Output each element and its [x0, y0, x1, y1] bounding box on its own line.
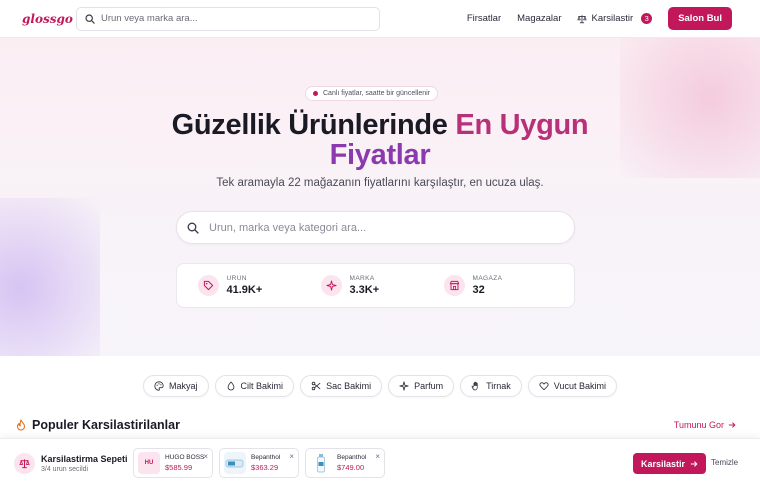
hero-decoration: [0, 198, 100, 356]
stat-products: URUN 41.9K+: [197, 275, 308, 296]
compare-count-badge: 3: [641, 13, 653, 24]
search-icon: [85, 13, 95, 24]
flame-icon: [16, 419, 26, 431]
arrow-right-icon: [690, 460, 698, 467]
compare-basket-bar: Karsilastirma Sepeti 3/4 urun secildi HU…: [0, 438, 760, 487]
close-icon[interactable]: ×: [375, 452, 380, 461]
header-search-input[interactable]: Urun veya marka ara...: [76, 6, 380, 31]
hero-search-placeholder: Urun, marka veya kategori ara...: [209, 221, 367, 234]
nav-deals[interactable]: Firsatlar: [467, 13, 501, 24]
arrow-right-icon: [728, 422, 736, 428]
product-name: Bepanthol: [251, 454, 281, 461]
find-salon-button[interactable]: Salon Bul: [668, 7, 732, 30]
logo[interactable]: glossgo: [22, 12, 76, 26]
palette-icon: [154, 381, 164, 391]
product-thumbnail: HU: [138, 452, 160, 474]
hero-title-part3: Fiyatlar: [329, 139, 431, 171]
nav-stores[interactable]: Magazalar: [517, 13, 561, 24]
see-all-link[interactable]: Tumunu Gor: [674, 420, 736, 430]
store-icon: [443, 275, 465, 296]
category-chip-haircare[interactable]: Sac Bakimi: [300, 375, 383, 397]
hero-section: Canlı fiyatlar, saatte bir güncellenir G…: [0, 38, 760, 356]
stat-stores: MAGAZA 32: [443, 275, 554, 296]
product-price: $749.00: [337, 463, 365, 472]
stat-label: URUN: [226, 275, 247, 282]
compare-basket-title: Karsilastirma Sepeti: [41, 453, 128, 464]
live-prices-label: Canlı fiyatlar, saatte bir güncellenir: [323, 90, 430, 97]
product-price: $363.29: [251, 463, 279, 472]
hero-title-part1: Güzellik Ürünlerinde: [171, 109, 456, 141]
close-icon[interactable]: ×: [203, 452, 208, 461]
compare-basket-count: 3/4 urun secildi: [41, 465, 89, 473]
category-chips: Makyaj Cilt Bakimi Sac Bakimi Parfum Tir…: [0, 375, 760, 397]
stat-brands: MARKA 3.3K+: [320, 275, 431, 296]
compare-item[interactable]: Bepanthol $749.00 ×: [305, 448, 385, 478]
category-chip-perfume[interactable]: Parfum: [388, 375, 455, 397]
tag-icon: [197, 275, 219, 296]
category-chip-skincare[interactable]: Cilt Bakimi: [214, 375, 295, 397]
stat-value: 3.3K+: [349, 284, 380, 296]
search-icon: [187, 222, 199, 234]
stat-label: MARKA: [349, 275, 375, 282]
heart-icon: [539, 382, 549, 391]
hero-subtitle: Tek aramayla 22 mağazanın fiyatlarını ka…: [216, 177, 544, 189]
product-price: $585.99: [165, 463, 193, 472]
category-label: Cilt Bakimi: [240, 381, 284, 391]
stats-panel: URUN 41.9K+ MARKA 3.3K+ MAGAZA 32: [176, 263, 575, 308]
top-header: glossgo Urun veya marka ara... Firsatlar…: [0, 0, 760, 38]
scissors-icon: [311, 381, 321, 391]
compare-basket-items: HU HUGO BOSS $585.99 × Bepanthol $363.29…: [133, 448, 385, 478]
product-thumbnail: [310, 452, 332, 474]
category-label: Parfum: [414, 381, 444, 391]
compare-item[interactable]: Bepanthol $363.29 ×: [219, 448, 299, 478]
scale-icon: [577, 14, 588, 23]
live-dot-icon: [313, 91, 318, 96]
compare-item[interactable]: HU HUGO BOSS $585.99 ×: [133, 448, 213, 478]
category-label: Tirnak: [486, 381, 511, 391]
category-label: Vucut Bakimi: [553, 381, 606, 391]
category-label: Makyaj: [169, 381, 198, 391]
drop-icon: [227, 381, 234, 391]
category-label: Sac Bakimi: [326, 381, 372, 391]
stat-value: 41.9K+: [226, 284, 263, 296]
hand-icon: [471, 381, 478, 391]
header-search-placeholder: Urun veya marka ara...: [101, 13, 198, 24]
stat-label: MAGAZA: [472, 275, 503, 282]
scale-icon: [14, 452, 35, 474]
product-thumbnail: [224, 452, 246, 474]
sparkle-icon: [399, 381, 409, 391]
clear-button[interactable]: Temizle: [711, 458, 738, 467]
close-icon[interactable]: ×: [289, 452, 294, 461]
sparkle-icon: [320, 275, 342, 296]
compare-button[interactable]: Karsilastir: [633, 453, 706, 474]
nav-compare-label: Karsilastir: [591, 13, 634, 24]
category-chip-makeup[interactable]: Makyaj: [143, 375, 209, 397]
product-name: HUGO BOSS: [165, 454, 205, 461]
hero-title-part2: En Uygun: [455, 109, 589, 141]
stat-value: 32: [472, 284, 485, 296]
hero-title: Güzellik Ürünlerinde En Uygun Fiyatlar: [0, 110, 760, 170]
category-chip-bodycare[interactable]: Vucut Bakimi: [527, 375, 617, 397]
main-nav: Firsatlar Magazalar Karsilastir 3 Salon …: [467, 7, 732, 30]
see-all-label: Tumunu Gor: [673, 420, 724, 430]
live-prices-pill: Canlı fiyatlar, saatte bir güncellenir: [305, 86, 438, 101]
popular-title: Populer Karsilastirilanlar: [32, 418, 180, 432]
hero-search-input[interactable]: Urun, marka veya kategori ara...: [176, 211, 575, 244]
popular-heading: Populer Karsilastirilanlar: [16, 418, 180, 432]
category-chip-nails[interactable]: Tirnak: [460, 375, 522, 397]
compare-button-label: Karsilastir: [640, 458, 686, 469]
nav-compare[interactable]: Karsilastir 3: [577, 13, 653, 24]
compare-basket-info: Karsilastirma Sepeti 3/4 urun secildi: [41, 454, 133, 473]
product-name: Bepanthol: [337, 454, 367, 461]
